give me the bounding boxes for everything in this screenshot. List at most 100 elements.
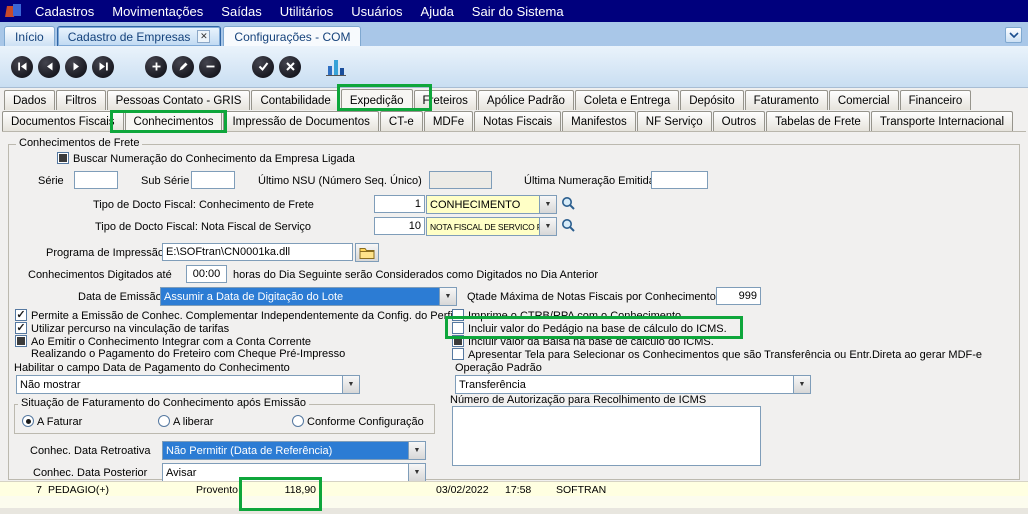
tab-comercial[interactable]: Comercial: [828, 90, 899, 110]
checkbox-imprime-ctrb[interactable]: [452, 309, 464, 321]
chevron-down-icon[interactable]: ▼: [408, 464, 425, 481]
digitados-ate-input[interactable]: [186, 265, 227, 283]
habilitar-campo-combo[interactable]: Não mostrar ▼: [16, 375, 360, 394]
chart-button[interactable]: [323, 55, 349, 79]
digitados-ate-label: Conhecimentos Digitados até: [28, 269, 172, 281]
checkbox-utilizar-percurso[interactable]: [15, 322, 27, 334]
menu-utilitarios[interactable]: Utilitários: [271, 0, 342, 22]
chevron-down-icon[interactable]: ▼: [539, 196, 556, 213]
habilitar-campo-combo-value: Não mostrar: [20, 378, 81, 391]
menu-ajuda[interactable]: Ajuda: [412, 0, 463, 22]
delete-record-button[interactable]: [199, 55, 221, 78]
tab-financeiro[interactable]: Financeiro: [899, 90, 972, 110]
tab-impressao-de-documentos[interactable]: Impressão de Documentos: [223, 111, 379, 131]
tab-transporte-internacional[interactable]: Transporte Internacional: [870, 111, 1014, 131]
edit-record-button[interactable]: [172, 55, 194, 78]
next-record-button[interactable]: [65, 55, 87, 78]
qtade-maxima-label: Qtade Máxima de Notas Fiscais por Conhec…: [467, 291, 716, 303]
checkbox-incluir-balsa[interactable]: [452, 335, 464, 347]
tab-coleta-e-entrega[interactable]: Coleta e Entrega: [574, 90, 680, 110]
checkbox-incluir-balsa-label: Incluir valor da Balsa na base de cálcul…: [468, 336, 714, 348]
tab-apolice-padrao[interactable]: Apólice Padrão: [477, 90, 574, 110]
tab-overflow-chevron-icon[interactable]: [1005, 27, 1022, 43]
data-retroativa-combo-value: Não Permitir (Data de Referência): [163, 442, 408, 459]
tab-dados[interactable]: Dados: [4, 90, 56, 110]
grid-row-pedagio[interactable]: 7 PEDAGIO(+) Provento 118,90 03/02/2022 …: [0, 481, 1028, 496]
qtade-maxima-input[interactable]: [716, 287, 761, 305]
checkbox-apresentar-tela-label: Apresentar Tela para Selecionar os Conhe…: [468, 349, 983, 361]
chevron-down-icon[interactable]: ▼: [793, 376, 810, 393]
ultimo-nsu-input: [429, 171, 492, 189]
cancel-button[interactable]: [279, 55, 301, 78]
tab-cte[interactable]: CT-e: [379, 111, 423, 131]
window-tabbar: Início Cadastro de Empresas ✕ Configuraç…: [0, 22, 1028, 46]
data-emissao-combo[interactable]: Assumir a Data de Digitação do Lote ▼: [160, 287, 457, 306]
radio-a-liberar[interactable]: [158, 415, 170, 427]
confirm-button[interactable]: [252, 55, 274, 78]
tipo-docto-servico-combo[interactable]: NOTA FISCAL DE SERVICO RIO DE JANE ▼: [426, 217, 557, 236]
radio-conforme-configuracao[interactable]: [292, 415, 304, 427]
checkbox-buscar-numeracao[interactable]: [57, 152, 69, 164]
groupbox-title: Conhecimentos de Frete: [16, 137, 143, 150]
tab-nf-servico[interactable]: NF Serviço: [636, 111, 712, 131]
tab-manifestos[interactable]: Manifestos: [562, 111, 636, 131]
programa-impressao-input[interactable]: [162, 243, 353, 261]
habilitar-campo-label: Habilitar o campo Data de Pagamento do C…: [14, 362, 290, 374]
menu-cadastros[interactable]: Cadastros: [26, 0, 103, 22]
menu-usuarios[interactable]: Usuários: [342, 0, 411, 22]
tab-deposito[interactable]: Depósito: [680, 90, 744, 110]
tab-outros[interactable]: Outros: [712, 111, 766, 131]
add-record-button[interactable]: [145, 55, 167, 78]
chevron-down-icon[interactable]: ▼: [439, 288, 456, 305]
checkbox-integrar-conta-corrente[interactable]: [15, 335, 27, 347]
menubar: Cadastros Movimentações Saídas Utilitári…: [0, 0, 1028, 22]
checkbox-permite-emissao[interactable]: [15, 309, 27, 321]
subserie-input[interactable]: [191, 171, 235, 189]
window-tab-label: Cadastro de Empresas: [67, 29, 191, 44]
tipo-docto-servico-combo-value: NOTA FISCAL DE SERVICO RIO DE JANE: [430, 221, 539, 232]
operacao-padrao-combo[interactable]: Transferência ▼: [455, 375, 811, 394]
tab-filtros[interactable]: Filtros: [56, 90, 106, 110]
data-emissao-label: Data de Emissão: [78, 291, 162, 303]
chevron-down-icon[interactable]: ▼: [408, 442, 425, 459]
window-tab-configuracoes-com[interactable]: Configurações - COM: [223, 26, 362, 46]
tab-freteiros[interactable]: Freteiros: [413, 90, 477, 110]
serie-input[interactable]: [74, 171, 118, 189]
search-icon[interactable]: [561, 196, 576, 214]
tipo-docto-servico-code-input[interactable]: [374, 217, 425, 235]
radio-a-faturar-label: A Faturar: [37, 416, 83, 428]
menu-movimentacoes[interactable]: Movimentações: [103, 0, 212, 22]
window-tab-inicio[interactable]: Início: [4, 26, 55, 46]
window-tab-cadastro-empresas[interactable]: Cadastro de Empresas ✕: [56, 26, 222, 46]
chevron-down-icon[interactable]: ▼: [539, 218, 556, 235]
tipo-docto-frete-code-input[interactable]: [374, 195, 425, 213]
menu-saidas[interactable]: Saídas: [212, 0, 270, 22]
chevron-down-icon[interactable]: ▼: [342, 376, 359, 393]
checkbox-apresentar-tela[interactable]: [452, 348, 464, 360]
radio-a-faturar[interactable]: [22, 415, 34, 427]
tipo-docto-frete-combo[interactable]: CONHECIMENTO ▼: [426, 195, 557, 214]
data-retroativa-combo[interactable]: Não Permitir (Data de Referência) ▼: [162, 441, 426, 460]
last-record-button[interactable]: [92, 55, 114, 78]
ultima-numeracao-input[interactable]: [651, 171, 708, 189]
tab-close-icon[interactable]: ✕: [197, 30, 211, 43]
tab-pessoas-contato-gris[interactable]: Pessoas Contato - GRIS: [106, 90, 251, 110]
data-posterior-combo[interactable]: Avisar ▼: [162, 463, 426, 482]
tab-mdfe[interactable]: MDFe: [423, 111, 474, 131]
tab-expedicao[interactable]: Expedição: [340, 89, 413, 111]
previous-record-button[interactable]: [38, 55, 60, 78]
first-record-button[interactable]: [11, 55, 33, 78]
tab-documentos-fiscais[interactable]: Documentos Fiscais: [2, 111, 124, 131]
tab-faturamento[interactable]: Faturamento: [744, 90, 828, 110]
tab-notas-fiscais[interactable]: Notas Fiscais: [474, 111, 562, 131]
menu-sair[interactable]: Sair do Sistema: [463, 0, 573, 22]
subserie-label: Sub Série: [141, 175, 190, 187]
open-folder-icon[interactable]: [355, 243, 379, 262]
autorizacao-icms-textarea[interactable]: [452, 406, 761, 466]
tab-contabilidade[interactable]: Contabilidade: [251, 90, 340, 110]
checkbox-incluir-pedagio[interactable]: [452, 322, 464, 334]
search-icon[interactable]: [561, 218, 576, 236]
tab-tabelas-de-frete[interactable]: Tabelas de Frete: [766, 111, 870, 131]
data-posterior-combo-value: Avisar: [166, 466, 197, 479]
tab-conhecimentos[interactable]: Conhecimentos: [124, 110, 223, 132]
